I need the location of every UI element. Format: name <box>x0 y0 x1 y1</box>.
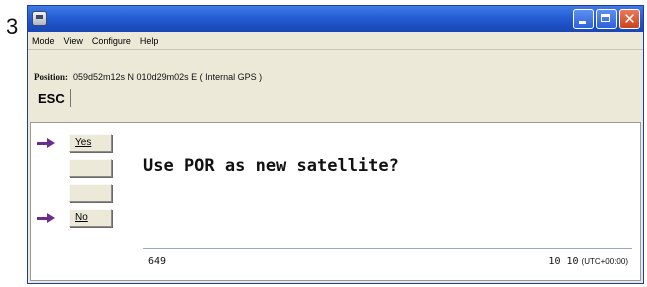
minimize-button[interactable] <box>573 9 594 29</box>
time-value: 10 10 <box>548 256 579 267</box>
close-button[interactable]: ✕ <box>619 9 640 29</box>
arrow-right-icon <box>37 213 57 223</box>
softkey-row-blank-1 <box>37 159 112 177</box>
maximize-button[interactable] <box>596 9 617 29</box>
status-divider <box>143 248 632 249</box>
app-icon[interactable] <box>32 11 47 26</box>
arrow-right-icon <box>37 138 57 148</box>
step-number: 3 <box>6 14 19 39</box>
window-controls: ✕ <box>573 9 640 29</box>
softkey-row-blank-2 <box>37 184 112 202</box>
menu-configure[interactable]: Configure <box>92 36 131 46</box>
menu-view[interactable]: View <box>64 36 83 46</box>
menu-bar: Mode View Configure Help <box>28 32 643 50</box>
status-time: 10 10 (UTC+00:00) <box>548 256 628 267</box>
title-bar[interactable]: ✕ <box>28 6 643 32</box>
yes-button[interactable]: Yes <box>69 134 112 152</box>
blank-softkey-1[interactable] <box>69 159 112 177</box>
menu-mode[interactable]: Mode <box>32 36 55 46</box>
position-value: 059d52m12s N 010d29m02s E ( Internal GPS… <box>73 72 263 82</box>
blank-softkey-2[interactable] <box>69 184 112 202</box>
app-window: ✕ Mode View Configure Help Position: 059d… <box>27 5 644 284</box>
softkey-row-no: No <box>37 209 112 227</box>
no-button[interactable]: No <box>69 209 112 227</box>
timezone-label: (UTC+00:00) <box>581 257 628 266</box>
position-readout: Position: 059d52m12s N 010d29m02s E ( Int… <box>34 72 262 82</box>
esc-button[interactable]: ESC <box>33 89 71 107</box>
status-counter: 649 <box>148 256 167 267</box>
dialog-panel: Yes No Use POR as new satellite? 649 10 … <box>30 122 641 281</box>
menu-help[interactable]: Help <box>140 36 159 46</box>
dialog-question: Use POR as new satellite? <box>143 156 399 176</box>
close-icon: ✕ <box>623 10 636 28</box>
softkey-row-yes: Yes <box>37 134 112 152</box>
position-label: Position: <box>34 72 69 82</box>
